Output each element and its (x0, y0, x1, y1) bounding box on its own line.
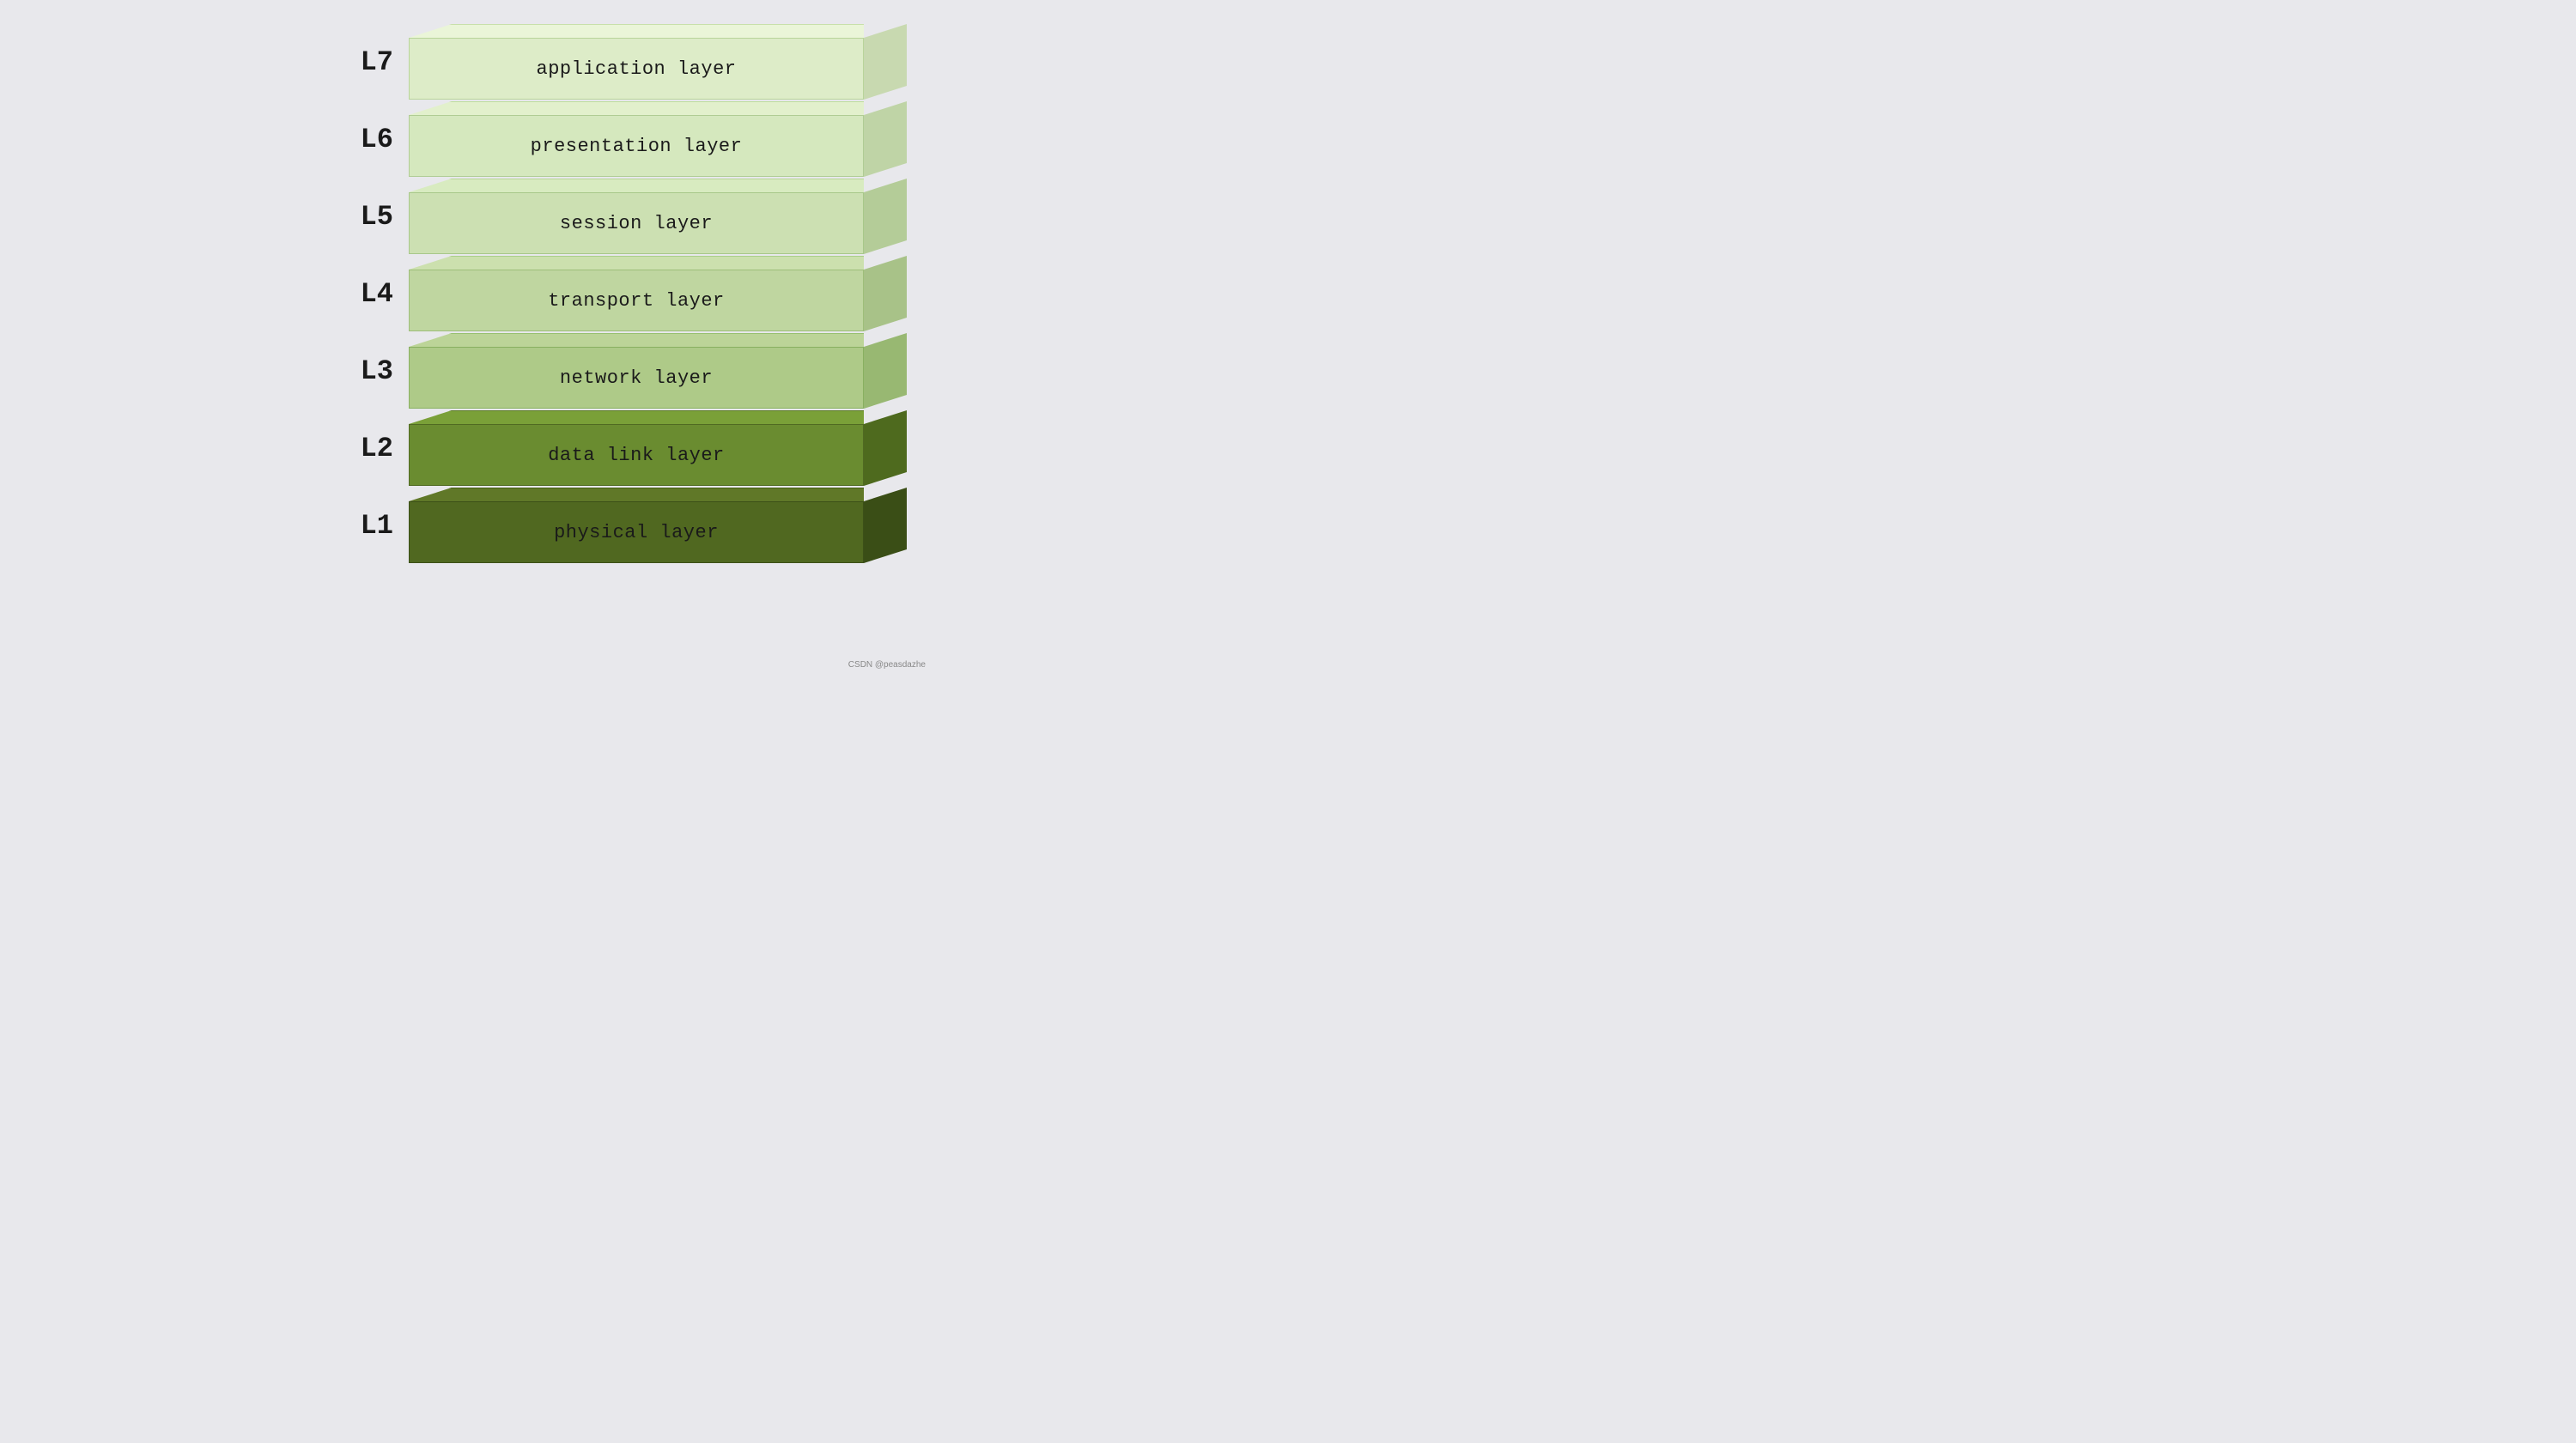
layer-wrapper-5: L5 session layer (325, 179, 926, 254)
layer-front-1: physical layer (409, 501, 864, 563)
layer-right-6 (864, 101, 907, 177)
layer-right-7 (864, 24, 907, 100)
layer-front-6: presentation layer (409, 115, 864, 177)
layer-block-4: transport layer (409, 256, 907, 331)
layer-top-4 (409, 256, 864, 270)
layer-block-2: data link layer (409, 410, 907, 486)
layer-wrapper-4: L4 transport layer (325, 256, 926, 331)
layer-right-1 (864, 488, 907, 563)
layer-label-6: L6 (325, 124, 393, 155)
layer-wrapper-2: L2 data link layer (325, 410, 926, 486)
layer-right-4 (864, 256, 907, 331)
layer-front-7: application layer (409, 38, 864, 100)
layer-right-3 (864, 333, 907, 409)
layer-wrapper-1: L1 physical layer (325, 488, 926, 563)
layer-front-2: data link layer (409, 424, 864, 486)
layer-top-5 (409, 179, 864, 192)
layer-block-7: application layer (409, 24, 907, 100)
layer-top-7 (409, 24, 864, 38)
layer-block-5: session layer (409, 179, 907, 254)
layer-wrapper-6: L6 presentation layer (325, 101, 926, 177)
layer-right-2 (864, 410, 907, 486)
osi-diagram: L7application layerL6presentation layerL… (325, 24, 926, 676)
layer-label-2: L2 (325, 433, 393, 464)
layer-block-6: presentation layer (409, 101, 907, 177)
layer-label-1: L1 (325, 510, 393, 542)
layer-front-4: transport layer (409, 270, 864, 331)
layer-label-3: L3 (325, 355, 393, 387)
layer-top-6 (409, 101, 864, 115)
layer-top-1 (409, 488, 864, 501)
layer-wrapper-7: L7 application layer (325, 24, 926, 100)
layer-block-3: network layer (409, 333, 907, 409)
layer-front-5: session layer (409, 192, 864, 254)
watermark: CSDN @peasdazhe (848, 660, 926, 670)
layer-front-3: network layer (409, 347, 864, 409)
layer-top-3 (409, 333, 864, 347)
layer-label-4: L4 (325, 278, 393, 310)
layer-label-5: L5 (325, 201, 393, 233)
layer-right-5 (864, 179, 907, 254)
layer-top-2 (409, 410, 864, 424)
layer-block-1: physical layer (409, 488, 907, 563)
layer-wrapper-3: L3 network layer (325, 333, 926, 409)
layer-label-7: L7 (325, 46, 393, 78)
